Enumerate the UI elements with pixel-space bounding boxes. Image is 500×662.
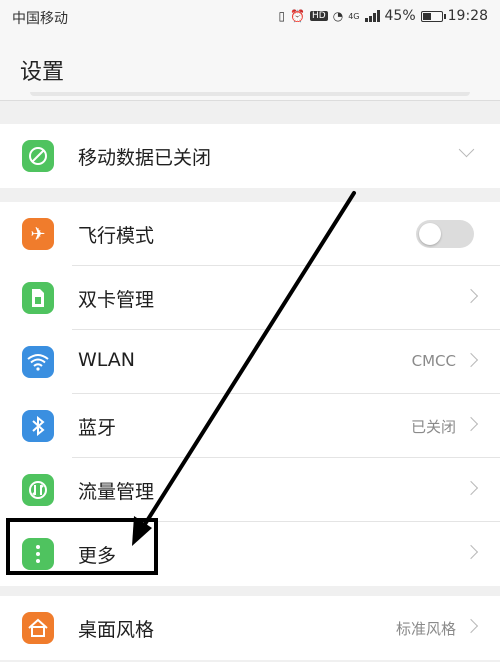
battery-icon: [420, 10, 446, 22]
airplane-icon: ✈: [22, 218, 54, 250]
setting-value: 标准风格: [395, 620, 456, 638]
setting-value: 已关闭: [410, 418, 456, 436]
alarm-icon: ⏰: [290, 9, 306, 23]
chevron-right-icon: [463, 480, 479, 496]
mobile-data-group: 移动数据已关闭: [0, 124, 500, 188]
wifi-icon: ◔: [332, 9, 344, 23]
display-settings-group: 桌面风格 标准风格: [0, 596, 500, 660]
mobile-data-row[interactable]: 移动数据已关闭: [0, 124, 500, 188]
setting-label: 蓝牙: [78, 417, 117, 439]
setting-row-wlan[interactable]: WLAN CMCC: [0, 330, 500, 394]
search-bar-edge: [30, 92, 470, 96]
clock: 19:28: [447, 8, 488, 24]
chevron-down-icon[interactable]: [458, 141, 475, 158]
setting-row-home-style[interactable]: 桌面风格 标准风格: [0, 596, 500, 660]
setting-value: CMCC: [411, 352, 456, 370]
hd-icon: HD: [310, 11, 328, 21]
network-type: 4G: [348, 11, 360, 21]
setting-row-airplane[interactable]: ✈ 飞行模式: [0, 202, 500, 266]
highlight-box: [6, 518, 158, 575]
setting-label: 飞行模式: [78, 225, 155, 247]
data-usage-icon: [22, 474, 54, 506]
setting-label: WLAN: [78, 349, 136, 371]
setting-label: 流量管理: [78, 481, 155, 503]
chevron-right-icon: [463, 416, 479, 432]
mobile-data-off-icon: [22, 140, 54, 172]
battery-level: [422, 12, 431, 20]
wifi-icon: [22, 346, 54, 378]
status-icons: ▯ ⏰ HD ◔ 4G 45% 19:28: [278, 8, 488, 24]
battery-percent: 45%: [384, 8, 416, 24]
chevron-right-icon: [463, 352, 479, 368]
carrier-name: 中国移动: [12, 11, 68, 27]
chevron-right-icon: [463, 288, 479, 304]
setting-row-data-usage[interactable]: 流量管理: [0, 458, 500, 522]
vibrate-icon: ▯: [278, 9, 286, 23]
chevron-right-icon: [463, 618, 479, 634]
setting-label: 双卡管理: [78, 289, 155, 311]
status-bar: 中国移动 ▯ ⏰ HD ◔ 4G 45% 19:28: [0, 0, 500, 34]
settings-header: 设置: [0, 34, 500, 101]
page-title: 设置: [20, 60, 65, 85]
home-style-icon: [22, 612, 54, 644]
mobile-data-label: 移动数据已关闭: [78, 147, 212, 169]
sim-card-icon: [22, 282, 54, 314]
chevron-right-icon: [463, 544, 479, 560]
toggle-knob: [419, 223, 441, 245]
bluetooth-icon: [22, 410, 54, 442]
signal-icon: [364, 10, 380, 22]
setting-row-dual-sim[interactable]: 双卡管理: [0, 266, 500, 330]
airplane-mode-toggle[interactable]: [416, 220, 474, 248]
setting-row-bluetooth[interactable]: 蓝牙 已关闭: [0, 394, 500, 458]
setting-label: 桌面风格: [78, 619, 155, 641]
